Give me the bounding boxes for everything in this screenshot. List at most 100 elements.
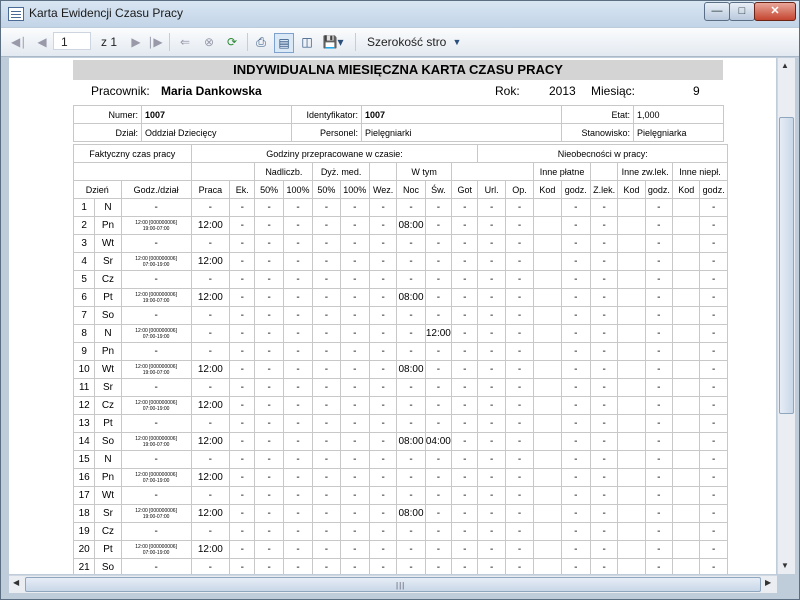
table-cell: - bbox=[368, 486, 398, 505]
table-cell: - bbox=[254, 468, 284, 487]
zoom-select[interactable]: Szerokość stro bbox=[367, 33, 446, 51]
table-cell: - bbox=[424, 486, 453, 505]
scroll-up-icon[interactable]: ▲ bbox=[781, 61, 789, 70]
table-cell: - bbox=[254, 288, 284, 307]
table-cell: - bbox=[699, 306, 728, 325]
table-cell: - bbox=[589, 252, 619, 271]
table-cell: - bbox=[229, 198, 256, 217]
table-cell: 04:00 bbox=[424, 432, 453, 451]
report-viewport: INDYWIDUALNA MIESIĘCZNA KARTA CZASU PRAC… bbox=[9, 58, 776, 574]
scroll-down-icon[interactable]: ▼ bbox=[781, 561, 789, 570]
table-cell: - bbox=[560, 504, 591, 523]
last-page-icon[interactable]: ∣▶ bbox=[147, 33, 163, 51]
timesheet-table: Faktyczny czas pracy Godziny przepracowa… bbox=[72, 144, 728, 574]
table-cell: - bbox=[477, 252, 506, 271]
first-page-icon[interactable]: ◀∣ bbox=[11, 33, 26, 51]
table-row: 21 So - - - - - - - - - - - - - - - - - bbox=[72, 558, 728, 574]
table-cell: - bbox=[560, 468, 591, 487]
table-cell: - bbox=[282, 198, 314, 217]
table-cell: - bbox=[644, 378, 674, 397]
back-icon[interactable]: ⇐ bbox=[177, 33, 193, 51]
table-cell: - bbox=[589, 270, 619, 289]
table-cell: - bbox=[254, 342, 284, 361]
title-bar[interactable]: Karta Ewidencji Czasu Pracy — □ ✕ bbox=[1, 1, 799, 27]
page-setup-icon[interactable]: ◫ bbox=[298, 33, 316, 51]
table-cell: - bbox=[451, 450, 479, 469]
close-button[interactable]: ✕ bbox=[754, 2, 796, 21]
page-number-input[interactable]: 1 bbox=[53, 32, 91, 50]
print-layout-icon[interactable]: ▤ bbox=[274, 33, 294, 53]
table-cell bbox=[672, 468, 701, 487]
table-cell: - bbox=[368, 216, 398, 235]
table-cell: - bbox=[312, 522, 341, 541]
horizontal-scrollbar[interactable]: ◀ ||| ▶ bbox=[9, 575, 777, 593]
table-cell: - bbox=[699, 378, 728, 397]
table-cell: - bbox=[451, 288, 479, 307]
employee-label: Pracownik: bbox=[91, 84, 150, 98]
table-cell: Pn bbox=[94, 216, 122, 235]
table-cell bbox=[533, 468, 562, 487]
table-cell bbox=[533, 522, 562, 541]
table-cell: - bbox=[229, 396, 256, 415]
overtime-header: Nadliczb. bbox=[254, 162, 314, 181]
table-cell: - bbox=[229, 540, 256, 559]
table-cell: - bbox=[368, 252, 398, 271]
table-cell: - bbox=[339, 450, 370, 469]
vertical-scrollbar[interactable]: ▲ ▼ bbox=[777, 58, 795, 574]
table-cell: 12:00 bbox=[190, 288, 231, 307]
table-cell: - bbox=[451, 342, 479, 361]
scroll-right-icon[interactable]: ▶ bbox=[765, 578, 771, 587]
table-cell bbox=[533, 558, 562, 574]
table-cell: - bbox=[396, 522, 426, 541]
table-cell: 17 bbox=[72, 486, 96, 505]
table-cell bbox=[533, 540, 562, 559]
table-cell: - bbox=[477, 504, 506, 523]
horizontal-scroll-thumb[interactable]: ||| bbox=[25, 577, 761, 592]
next-page-icon[interactable]: ▶ bbox=[129, 33, 143, 51]
table-cell: - bbox=[504, 414, 535, 433]
table-cell: - bbox=[229, 468, 256, 487]
table-cell: 6 bbox=[72, 288, 96, 307]
col-header: Noc bbox=[396, 180, 426, 199]
table-cell: - bbox=[560, 378, 591, 397]
table-cell bbox=[533, 396, 562, 415]
table-cell: - bbox=[424, 378, 453, 397]
table-cell: - bbox=[504, 288, 535, 307]
table-cell: - bbox=[504, 270, 535, 289]
table-cell: - bbox=[644, 342, 674, 361]
table-cell: - bbox=[254, 486, 284, 505]
maximize-button[interactable]: □ bbox=[729, 2, 755, 21]
col-header: Wez. bbox=[368, 180, 398, 199]
table-cell bbox=[617, 252, 646, 271]
table-cell: - bbox=[254, 522, 284, 541]
table-cell: 16 bbox=[72, 468, 96, 487]
minimize-button[interactable]: — bbox=[704, 2, 730, 21]
table-cell: - bbox=[477, 396, 506, 415]
stanowisko-value: Pielęgniarka bbox=[633, 123, 724, 142]
table-cell: - bbox=[339, 216, 370, 235]
table-cell: - bbox=[451, 468, 479, 487]
table-cell: - bbox=[190, 378, 231, 397]
table-cell: - bbox=[699, 540, 728, 559]
table-row: 9 Pn - - - - - - - - - - - - - - - - - bbox=[72, 342, 728, 361]
table-cell: - bbox=[644, 216, 674, 235]
table-cell bbox=[617, 378, 646, 397]
previous-page-icon[interactable]: ◀ bbox=[35, 33, 49, 51]
chevron-down-icon[interactable]: ▼ bbox=[451, 33, 463, 51]
report-title: INDYWIDUALNA MIESIĘCZNA KARTA CZASU PRAC… bbox=[73, 60, 723, 80]
stop-icon[interactable]: ⊗ bbox=[201, 33, 217, 51]
export-icon[interactable]: 💾▾ bbox=[321, 33, 345, 51]
table-cell: - bbox=[644, 414, 674, 433]
table-cell: 20 bbox=[72, 540, 96, 559]
other-unpaid-header: Inne niepł. bbox=[672, 162, 728, 181]
table-cell: - bbox=[229, 270, 256, 289]
table-cell: - bbox=[312, 414, 341, 433]
print-icon[interactable]: ⎙ bbox=[252, 33, 270, 51]
table-cell: - bbox=[254, 216, 284, 235]
scroll-left-icon[interactable]: ◀ bbox=[13, 578, 19, 587]
vertical-scroll-thumb[interactable] bbox=[779, 117, 794, 414]
table-cell: - bbox=[396, 234, 426, 253]
table-cell: - bbox=[368, 432, 398, 451]
identyfikator-value: 1007 bbox=[361, 105, 562, 124]
refresh-icon[interactable]: ⟳ bbox=[223, 33, 241, 51]
